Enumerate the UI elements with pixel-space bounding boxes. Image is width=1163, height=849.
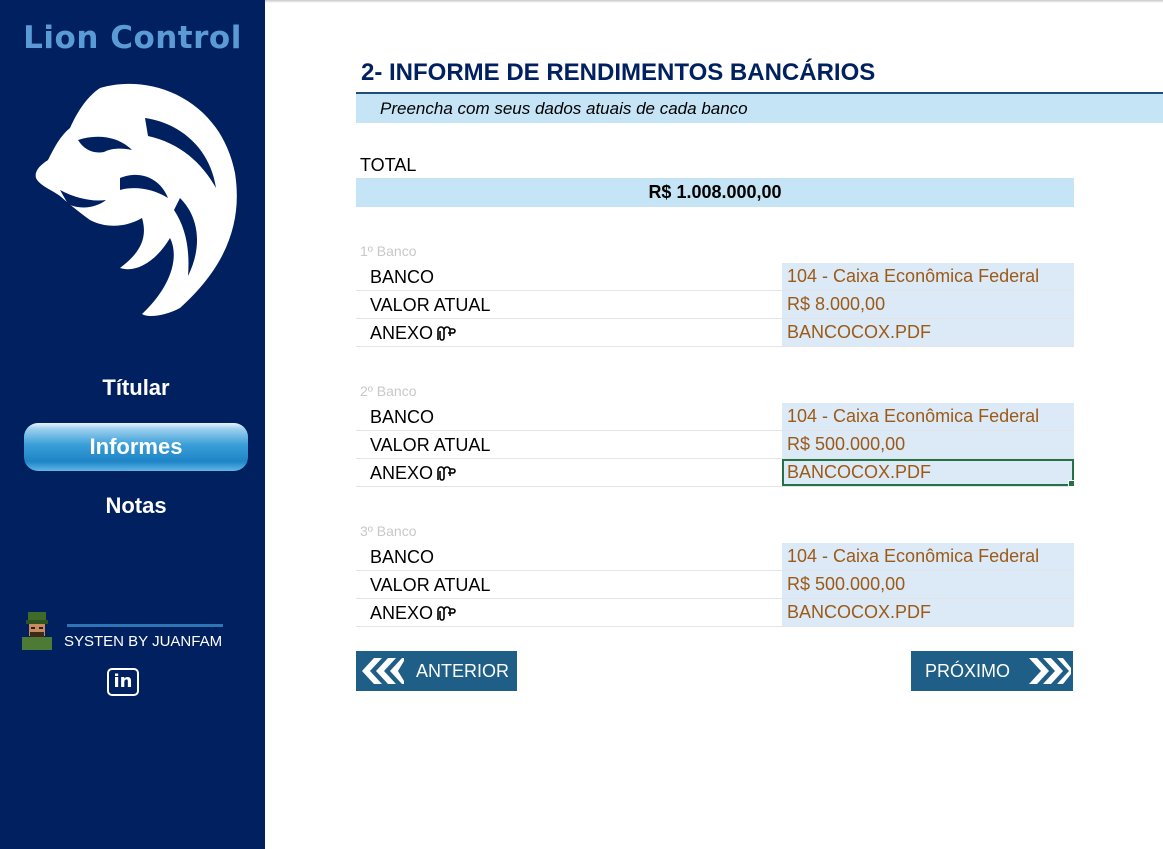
- bank-1-row-anexo: ANEXO BANCOCOX.PDF: [356, 319, 1074, 347]
- total-label: TOTAL: [360, 155, 417, 175]
- paperclip-icon[interactable]: [434, 325, 456, 343]
- paperclip-icon[interactable]: [434, 465, 456, 483]
- row-label: VALOR ATUAL: [370, 435, 491, 455]
- bank-3-anexo-cell[interactable]: BANCOCOX.PDF: [782, 599, 1074, 626]
- row-label: ANEXO: [370, 603, 434, 623]
- bank-2-valor-cell[interactable]: R$ 500.000,00: [782, 431, 1074, 458]
- row-label: ANEXO: [370, 323, 434, 343]
- bank-1-caption: 1º Banco: [360, 243, 417, 259]
- previous-label: ANTERIOR: [416, 661, 510, 681]
- bank-3-row-banco: BANCO 104 - Caixa Econômica Federal: [356, 543, 1074, 571]
- row-label-with-icon: ANEXO: [370, 463, 456, 484]
- nav-titular[interactable]: Títular: [24, 364, 248, 412]
- nav-notas[interactable]: Notas: [24, 482, 248, 530]
- brand-title: Lion Control: [23, 20, 242, 56]
- next-button[interactable]: PRÓXIMO: [911, 651, 1073, 691]
- nav-informes[interactable]: Informes: [24, 423, 248, 471]
- linkedin-icon[interactable]: in: [107, 668, 139, 696]
- bank-2-anexo-cell[interactable]: BANCOCOX.PDF: [782, 459, 1075, 487]
- cell-value: BANCOCOX.PDF: [787, 462, 932, 482]
- previous-button[interactable]: ANTERIOR: [356, 651, 517, 691]
- row-label-with-icon: ANEXO: [370, 603, 456, 624]
- row-label: VALOR ATUAL: [370, 295, 491, 315]
- bank-1-anexo-cell[interactable]: BANCOCOX.PDF: [782, 319, 1074, 346]
- row-label: BANCO: [370, 267, 435, 287]
- page-title: 2- INFORME DE RENDIMENTOS BANCÁRIOS: [361, 59, 876, 86]
- lion-logo-icon: [35, 83, 237, 316]
- bank-1-banco-cell[interactable]: 104 - Caixa Econômica Federal: [782, 263, 1074, 290]
- bank-3-banco-cell[interactable]: 104 - Caixa Econômica Federal: [782, 543, 1074, 570]
- bank-2-row-anexo: ANEXO BANCOCOX.PDF: [356, 459, 1075, 487]
- bank-2-caption: 2º Banco: [360, 383, 417, 399]
- total-value: R$ 1.008.000,00: [356, 178, 1074, 207]
- subtitle-text: Preencha com seus dados atuais de cada b…: [380, 99, 748, 118]
- row-label: BANCO: [370, 407, 435, 427]
- bank-2-row-valor: VALOR ATUAL R$ 500.000,00: [356, 431, 1074, 459]
- paperclip-icon[interactable]: [434, 605, 456, 623]
- row-label: VALOR ATUAL: [370, 575, 491, 595]
- credit-divider: [67, 624, 223, 627]
- bank-2-banco-cell[interactable]: 104 - Caixa Econômica Federal: [782, 403, 1074, 430]
- next-label: PRÓXIMO: [925, 661, 1011, 681]
- fill-handle[interactable]: [1068, 480, 1075, 487]
- chevron-right-icon: [1029, 658, 1071, 684]
- subtitle-bar: Preencha com seus dados atuais de cada b…: [356, 94, 1163, 123]
- bank-1-valor-cell[interactable]: R$ 8.000,00: [782, 291, 1074, 318]
- bank-3-row-valor: VALOR ATUAL R$ 500.000,00: [356, 571, 1074, 599]
- top-edge-shadow: [265, 0, 1163, 3]
- credit-text: SYSTEN BY JUANFAM: [64, 633, 223, 650]
- chevron-left-icon: [362, 658, 404, 684]
- row-label: ANEXO: [370, 463, 434, 483]
- bank-3-row-anexo: ANEXO BANCOCOX.PDF: [356, 599, 1074, 627]
- row-label: BANCO: [370, 547, 435, 567]
- row-label-with-icon: ANEXO: [370, 323, 456, 344]
- bank-2-row-banco: BANCO 104 - Caixa Econômica Federal: [356, 403, 1074, 431]
- sidebar: Lion Control Títular Informes Notas SYST…: [0, 0, 265, 849]
- bank-3-valor-cell[interactable]: R$ 500.000,00: [782, 571, 1074, 598]
- avatar-icon: [22, 612, 52, 650]
- bank-3-caption: 3º Banco: [360, 523, 417, 539]
- bank-1-row-banco: BANCO 104 - Caixa Econômica Federal: [356, 263, 1074, 291]
- bank-1-row-valor: VALOR ATUAL R$ 8.000,00: [356, 291, 1074, 319]
